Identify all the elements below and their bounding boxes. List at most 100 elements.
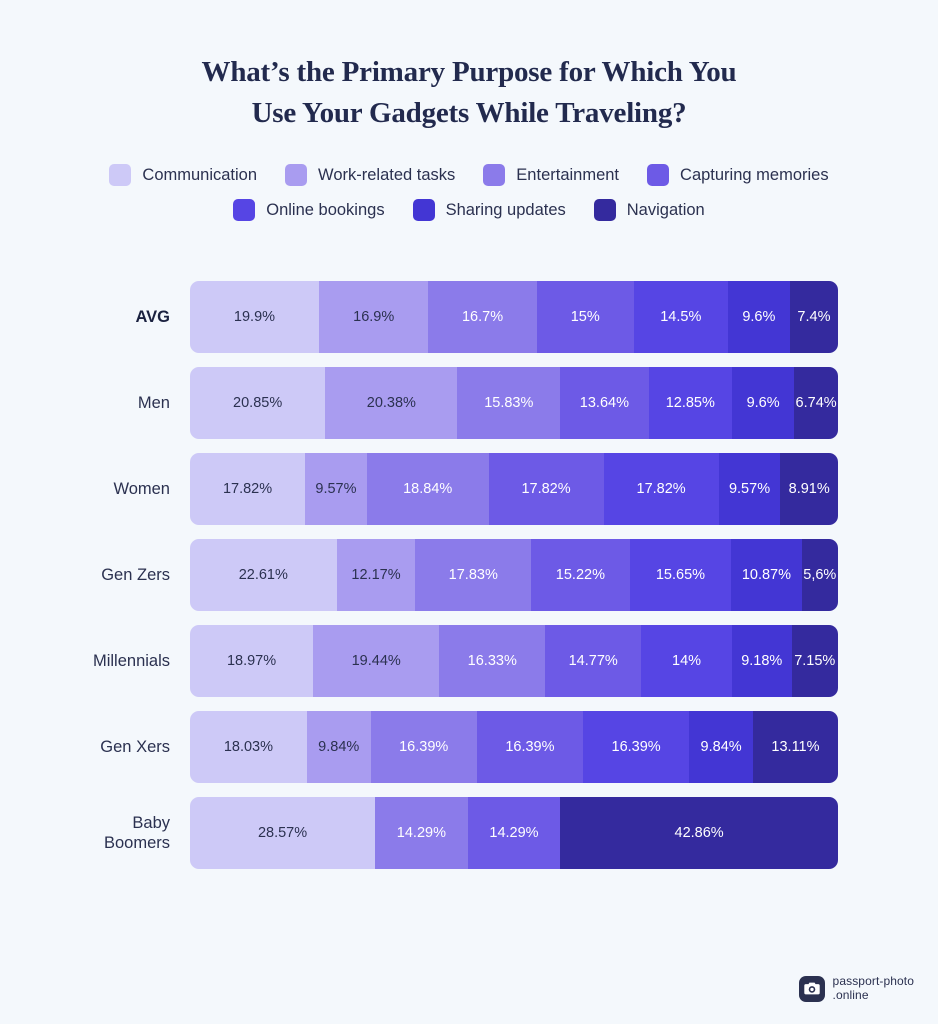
bar-segment-sharing-updates[interactable]: 9.84% bbox=[689, 711, 753, 783]
bar-segment-communication[interactable]: 22.61% bbox=[190, 539, 337, 611]
bar-segment-navigation[interactable]: 13.11% bbox=[752, 711, 838, 783]
bar-segment-capturing-memories[interactable]: 13.64% bbox=[560, 367, 649, 439]
legend-label: Communication bbox=[142, 165, 258, 184]
legend-label: Online bookings bbox=[266, 200, 385, 219]
legend-item-navigation[interactable]: Navigation bbox=[593, 199, 705, 221]
bar-row: Baby Boomers 28.57% 14.29% 14.29% 42.86% bbox=[40, 797, 838, 869]
stacked-bar: 19.9% 16.9% 16.7% 15% 14.5% 9.6% 7.4% bbox=[190, 281, 838, 353]
category-label-avg: AVG bbox=[135, 308, 170, 326]
legend-swatch bbox=[647, 164, 670, 186]
bar-segment-sharing-updates[interactable]: 9.6% bbox=[731, 367, 795, 439]
category-label-line: Baby bbox=[132, 814, 170, 832]
bar-segment-entertainment[interactable]: 14.29% bbox=[375, 797, 468, 869]
brand-name-line-2: .online bbox=[832, 987, 869, 1002]
bar-segment-navigation[interactable]: 5,6% bbox=[801, 539, 838, 611]
bar-segment-online-bookings[interactable]: 15.65% bbox=[629, 539, 732, 611]
bar-segment-online-bookings[interactable]: 12.85% bbox=[648, 367, 732, 439]
bar-segment-entertainment[interactable]: 15.83% bbox=[457, 367, 561, 439]
bar-row: Men 20.85% 20.38% 15.83% 13.64% 12.85% 9.6% 6.7… bbox=[40, 367, 838, 439]
bar-segment-online-bookings[interactable]: 16.39% bbox=[583, 711, 690, 783]
legend-row: Communication Work-related tasks Entertain… bbox=[109, 164, 829, 186]
bar-segment-work-related-tasks[interactable]: 9.84% bbox=[306, 711, 371, 783]
camera-icon bbox=[798, 975, 825, 1002]
bar-segment-navigation[interactable]: 7.15% bbox=[791, 625, 838, 697]
legend-item-entertainment[interactable]: Entertainment bbox=[483, 164, 619, 186]
bar-segment-entertainment[interactable]: 16.7% bbox=[428, 281, 537, 353]
legend-item-sharing-updates[interactable]: Sharing updates bbox=[412, 199, 566, 221]
legend-swatch bbox=[109, 164, 132, 186]
bar-row: Gen Xers 18.03% 9.84% 16.39% 16.39% 16.39% 9.8… bbox=[40, 711, 838, 783]
legend-swatch bbox=[412, 199, 435, 221]
bar-segment-entertainment[interactable]: 17.83% bbox=[415, 539, 532, 611]
legend-label: Sharing updates bbox=[445, 200, 566, 219]
bar-segment-communication[interactable]: 17.82% bbox=[190, 453, 306, 525]
stacked-bar: 22.61% 12.17% 17.83% 15.22% 15.65% 10.87% 5,6% bbox=[190, 539, 838, 611]
category-label-gen-xers: Gen Xers bbox=[100, 738, 170, 756]
stacked-bar: 20.85% 20.38% 15.83% 13.64% 12.85% 9.6% 6.74% bbox=[190, 367, 838, 439]
bar-segment-work-related-tasks[interactable]: 12.17% bbox=[336, 539, 416, 611]
bar-segment-entertainment[interactable]: 18.84% bbox=[366, 453, 489, 525]
bar-segment-navigation[interactable]: 8.91% bbox=[780, 453, 838, 525]
bar-segment-capturing-memories[interactable]: 14.29% bbox=[467, 797, 561, 869]
legend-item-work-related-tasks[interactable]: Work-related tasks bbox=[285, 164, 455, 186]
legend-row: Online bookings Sharing updates Navigation bbox=[233, 199, 705, 221]
bar-segment-capturing-memories[interactable]: 15.22% bbox=[531, 539, 630, 611]
legend-item-online-bookings[interactable]: Online bookings bbox=[233, 199, 385, 221]
bar-segment-entertainment[interactable]: 16.33% bbox=[439, 625, 546, 697]
bar-segment-online-bookings[interactable]: 14% bbox=[641, 625, 732, 697]
page-title-line-2: Use Your Gadgets While Traveling? bbox=[251, 97, 687, 129]
bar-segment-capturing-memories[interactable]: 16.39% bbox=[476, 711, 584, 783]
bar-segment-sharing-updates[interactable]: 9.6% bbox=[727, 281, 790, 353]
stacked-bar: 28.57% 14.29% 14.29% 42.86% bbox=[190, 797, 838, 869]
legend-swatch bbox=[593, 199, 616, 221]
category-label-millennials: Millennials bbox=[92, 652, 170, 670]
stacked-bar-chart: AVG 19.9% 16.9% 16.7% 15% 14.5% 9.6% 7.4% Men 20.… bbox=[0, 281, 938, 869]
bar-segment-communication[interactable]: 20.85% bbox=[190, 367, 326, 439]
legend-label: Navigation bbox=[626, 200, 705, 219]
bar-segment-capturing-memories[interactable]: 15% bbox=[536, 281, 634, 353]
bar-segment-communication[interactable]: 19.9% bbox=[190, 281, 319, 353]
bar-row: AVG 19.9% 16.9% 16.7% 15% 14.5% 9.6% 7.4% bbox=[40, 281, 838, 353]
legend-label: Entertainment bbox=[516, 165, 620, 184]
legend-item-communication[interactable]: Communication bbox=[109, 164, 257, 186]
bar-segment-navigation[interactable]: 6.74% bbox=[794, 367, 838, 439]
bar-segment-sharing-updates[interactable]: 10.87% bbox=[731, 539, 802, 611]
brand-name: passport-photo .online bbox=[832, 974, 914, 1002]
bar-segment-capturing-memories[interactable]: 17.82% bbox=[488, 453, 604, 525]
bar-segment-navigation[interactable]: 42.86% bbox=[560, 797, 838, 869]
chart-legend: Communication Work-related tasks Entertain… bbox=[0, 164, 938, 221]
page-title: What’s the Primary Purpose for Which You… bbox=[0, 0, 938, 134]
category-label-gen-zers: Gen Zers bbox=[101, 566, 170, 584]
legend-swatch bbox=[483, 164, 506, 186]
category-label-line: Boomers bbox=[103, 834, 170, 852]
bar-row: Millennials 18.97% 19.44% 16.33% 14.77% 14% 9.… bbox=[40, 625, 838, 697]
stacked-bar: 17.82% 9.57% 18.84% 17.82% 17.82% 9.57% 8.91% bbox=[190, 453, 838, 525]
bar-segment-work-related-tasks[interactable]: 19.44% bbox=[313, 625, 440, 697]
legend-label: Capturing memories bbox=[680, 165, 829, 184]
bar-segment-sharing-updates[interactable]: 9.18% bbox=[731, 625, 792, 697]
bar-segment-communication[interactable]: 28.57% bbox=[190, 797, 376, 869]
category-label-men: Men bbox=[137, 394, 170, 412]
stacked-bar: 18.03% 9.84% 16.39% 16.39% 16.39% 9.84% 13.11% bbox=[190, 711, 838, 783]
category-label-women: Women bbox=[113, 480, 170, 498]
legend-item-capturing-memories[interactable]: Capturing memories bbox=[647, 164, 829, 186]
brand-name-line-1: passport-photo bbox=[832, 974, 914, 988]
bar-segment-sharing-updates[interactable]: 9.57% bbox=[718, 453, 781, 525]
bar-segment-communication[interactable]: 18.97% bbox=[190, 625, 314, 697]
bar-segment-entertainment[interactable]: 16.39% bbox=[370, 711, 477, 783]
legend-swatch bbox=[285, 164, 308, 186]
stacked-bar: 18.97% 19.44% 16.33% 14.77% 14% 9.18% 7.15% bbox=[190, 625, 838, 697]
bar-row: Gen Zers 22.61% 12.17% 17.83% 15.22% 15.65% 10… bbox=[40, 539, 838, 611]
bar-segment-online-bookings[interactable]: 14.5% bbox=[633, 281, 728, 353]
bar-segment-work-related-tasks[interactable]: 16.9% bbox=[318, 281, 429, 353]
bar-segment-work-related-tasks[interactable]: 9.57% bbox=[305, 453, 367, 525]
bar-segment-navigation[interactable]: 7.4% bbox=[789, 281, 838, 353]
bar-segment-online-bookings[interactable]: 17.82% bbox=[603, 453, 719, 525]
legend-label: Work-related tasks bbox=[318, 165, 456, 184]
bar-segment-communication[interactable]: 18.03% bbox=[190, 711, 307, 783]
bar-segment-work-related-tasks[interactable]: 20.38% bbox=[325, 367, 458, 439]
category-label-baby-boomers: Baby Boomers bbox=[40, 813, 190, 853]
bar-row: Women 17.82% 9.57% 18.84% 17.82% 17.82% 9.57% 8… bbox=[40, 453, 838, 525]
page-title-line-1: What’s the Primary Purpose for Which You bbox=[201, 56, 737, 88]
bar-segment-capturing-memories[interactable]: 14.77% bbox=[545, 625, 642, 697]
